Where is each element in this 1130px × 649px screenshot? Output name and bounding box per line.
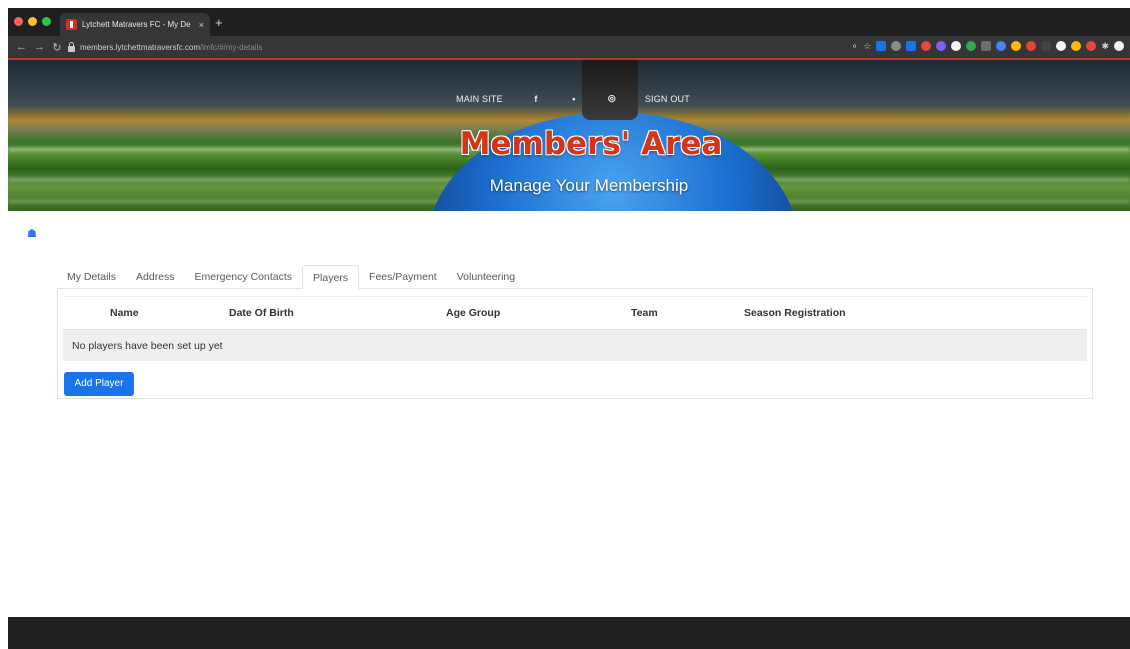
extension-icon[interactable] — [876, 41, 887, 51]
extension-icon[interactable] — [1056, 41, 1067, 51]
extension-icon[interactable] — [951, 41, 962, 51]
maximize-window-button[interactable] — [42, 17, 51, 26]
tab-players[interactable]: Players — [302, 265, 360, 289]
tab-emergency-contacts[interactable]: Emergency Contacts — [185, 265, 302, 289]
column-header-age-group: Age Group — [446, 307, 501, 319]
tab-my-details[interactable]: My Details — [57, 265, 126, 289]
window-controls — [14, 17, 51, 26]
column-header-season-registration: Season Registration — [744, 307, 846, 319]
extension-icon[interactable] — [891, 41, 902, 51]
goalpost-image — [582, 60, 638, 120]
page-footer — [8, 617, 1130, 649]
column-header-date-of-birth: Date Of Birth — [229, 307, 294, 319]
extension-icon[interactable] — [1071, 41, 1082, 51]
back-arrow-icon[interactable]: ← — [16, 41, 27, 53]
tab-close-icon[interactable]: × — [199, 20, 204, 30]
lock-icon — [68, 41, 75, 52]
table-row: No players have been set up yet — [63, 329, 1087, 361]
new-tab-button[interactable]: + — [215, 15, 223, 30]
extension-icon[interactable] — [906, 41, 917, 51]
main-site-link[interactable]: MAIN SITE — [456, 94, 503, 104]
hero-nav: MAIN SITE f • ◎ SIGN OUT — [456, 93, 690, 104]
browser-tab[interactable]: Lytchett Matravers FC - My De × — [60, 13, 210, 36]
column-header-name: Name — [110, 307, 139, 319]
add-player-button[interactable]: Add Player — [64, 372, 134, 396]
empty-state-message: No players have been set up yet — [72, 340, 223, 352]
page-subtitle: Manage Your Membership — [489, 176, 689, 195]
instagram-icon[interactable]: ◎ — [607, 93, 617, 104]
puzzle-extensions-icon[interactable]: ✱ — [1101, 41, 1109, 51]
hero-banner: MAIN SITE f • ◎ SIGN OUT Members' Area M… — [8, 58, 1130, 211]
address-bar[interactable]: members.lytchettmatraversfc.com/lmfc/#/m… — [68, 39, 718, 55]
extension-icon[interactable] — [1041, 41, 1052, 51]
bookmark-star-icon[interactable]: ☆ — [863, 41, 871, 51]
page-title: Members' Area — [459, 126, 723, 162]
column-header-team: Team — [631, 307, 658, 319]
browser-tabbar: Lytchett Matravers FC - My De × + — [8, 8, 1130, 36]
browser-window: Lytchett Matravers FC - My De × + ← → ↻ … — [8, 8, 1130, 649]
twitter-icon[interactable]: • — [569, 94, 579, 104]
players-table-header: Name Date Of Birth Age Group Team Season… — [63, 296, 1087, 329]
site-favicon-icon — [66, 19, 77, 30]
extension-icon[interactable] — [1026, 41, 1037, 51]
reload-icon[interactable]: ↻ — [52, 41, 62, 54]
extension-icon[interactable] — [981, 41, 992, 51]
key-icon[interactable]: ⚬ — [851, 41, 859, 51]
extensions-bar: ⚬ ☆ ✱ — [851, 41, 1124, 51]
extension-icon[interactable] — [1086, 41, 1097, 51]
minimize-window-button[interactable] — [28, 17, 37, 26]
tab-fees-payment[interactable]: Fees/Payment — [359, 265, 447, 289]
home-icon[interactable]: ☗ — [27, 227, 37, 240]
tab-volunteering[interactable]: Volunteering — [447, 265, 525, 289]
extension-icon[interactable] — [966, 41, 977, 51]
close-window-button[interactable] — [14, 17, 23, 26]
tab-title: Lytchett Matravers FC - My De — [82, 20, 191, 29]
browser-toolbar: ← → ↻ members.lytchettmatraversfc.com/lm… — [8, 36, 1130, 58]
facebook-icon[interactable]: f — [531, 94, 541, 104]
tab-address[interactable]: Address — [126, 265, 185, 289]
sign-out-link[interactable]: SIGN OUT — [645, 94, 690, 104]
extension-icon[interactable] — [1011, 41, 1022, 51]
forward-arrow-icon[interactable]: → — [34, 41, 45, 53]
profile-avatar[interactable] — [1114, 41, 1124, 51]
players-panel: Name Date Of Birth Age Group Team Season… — [57, 288, 1093, 399]
details-tabs: My Details Address Emergency Contacts Pl… — [57, 265, 525, 289]
main-content: ☗ My Details Address Emergency Contacts … — [8, 211, 1130, 619]
extension-icon[interactable] — [936, 41, 947, 51]
url-text: members.lytchettmatraversfc.com/lmfc/#/m… — [80, 42, 263, 52]
extension-icon[interactable] — [996, 41, 1007, 51]
extension-icon[interactable] — [921, 41, 932, 51]
